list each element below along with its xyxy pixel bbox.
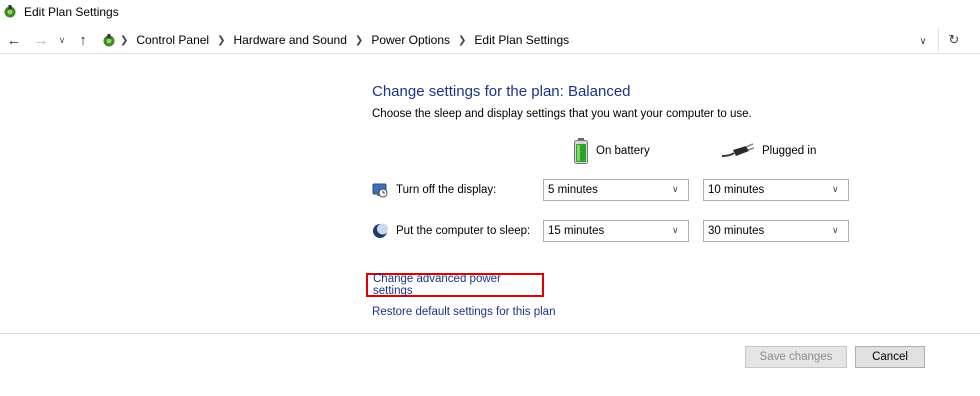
battery-icon [574,138,588,164]
sleep-battery-value: 15 minutes [548,225,605,237]
display-battery-value: 5 minutes [548,184,598,196]
column-on-battery: On battery [574,138,650,164]
breadcrumb: ❯ Control Panel ❯ Hardware and Sound ❯ P… [120,33,569,47]
display-battery-select[interactable]: 5 minutes ∨ [543,179,689,201]
setting-label-display: Turn off the display: [396,184,497,196]
recent-locations-chevron-icon[interactable]: ∨ [56,30,68,50]
chevron-right-icon[interactable]: ❯ [217,35,225,46]
divider [938,28,939,52]
sleep-plugged-select[interactable]: 30 minutes ∨ [703,220,849,242]
page-title: Change settings for the plan: Balanced [372,83,631,100]
back-arrow-icon[interactable]: ← [4,30,24,50]
chevron-right-icon[interactable]: ❯ [120,35,128,46]
setting-row-sleep: Put the computer to sleep: [372,220,530,242]
display-plugged-select[interactable]: 10 minutes ∨ [703,179,849,201]
page-description: Choose the sleep and display settings th… [372,108,752,120]
column-plugged-in: Plugged in [722,138,816,164]
breadcrumb-hardware-and-sound[interactable]: Hardware and Sound [234,33,347,47]
change-advanced-power-settings-link[interactable]: Change advanced power settings [366,273,544,297]
breadcrumb-edit-plan-settings[interactable]: Edit Plan Settings [474,33,569,47]
address-dropdown-icon[interactable]: ∨ [916,35,930,47]
cancel-button[interactable]: Cancel [855,346,925,368]
power-plug-icon [722,143,754,157]
column-label-battery: On battery [596,145,650,157]
display-plugged-value: 10 minutes [708,184,765,196]
chevron-right-icon[interactable]: ❯ [355,35,363,46]
sleep-plugged-value: 30 minutes [708,225,765,237]
title-bar: Edit Plan Settings [0,0,980,26]
address-bar: ← → ∨ ↑ ❯ Control Panel ❯ Hardware and S… [0,26,980,54]
power-options-icon [103,34,115,47]
save-changes-button[interactable]: Save changes [745,346,847,368]
chevron-down-icon: ∨ [672,184,679,194]
chevron-right-icon[interactable]: ❯ [458,35,466,46]
setting-row-display: Turn off the display: [372,179,496,201]
breadcrumb-control-panel[interactable]: Control Panel [136,33,209,47]
chevron-down-icon: ∨ [832,225,839,235]
moon-sleep-icon [373,223,388,238]
setting-label-sleep: Put the computer to sleep: [396,225,531,237]
breadcrumb-power-options[interactable]: Power Options [371,33,450,47]
refresh-icon[interactable]: ↻ [946,32,962,48]
restore-default-settings-link[interactable]: Restore default settings for this plan [372,306,555,318]
divider [0,333,980,334]
chevron-down-icon: ∨ [832,184,839,194]
power-options-icon [4,5,16,18]
chevron-down-icon: ∨ [672,225,679,235]
window-title: Edit Plan Settings [24,5,119,19]
forward-arrow-icon[interactable]: → [31,30,51,50]
column-label-plugged: Plugged in [762,145,817,157]
display-clock-icon [372,183,388,198]
sleep-battery-select[interactable]: 15 minutes ∨ [543,220,689,242]
up-arrow-icon[interactable]: ↑ [74,30,92,50]
